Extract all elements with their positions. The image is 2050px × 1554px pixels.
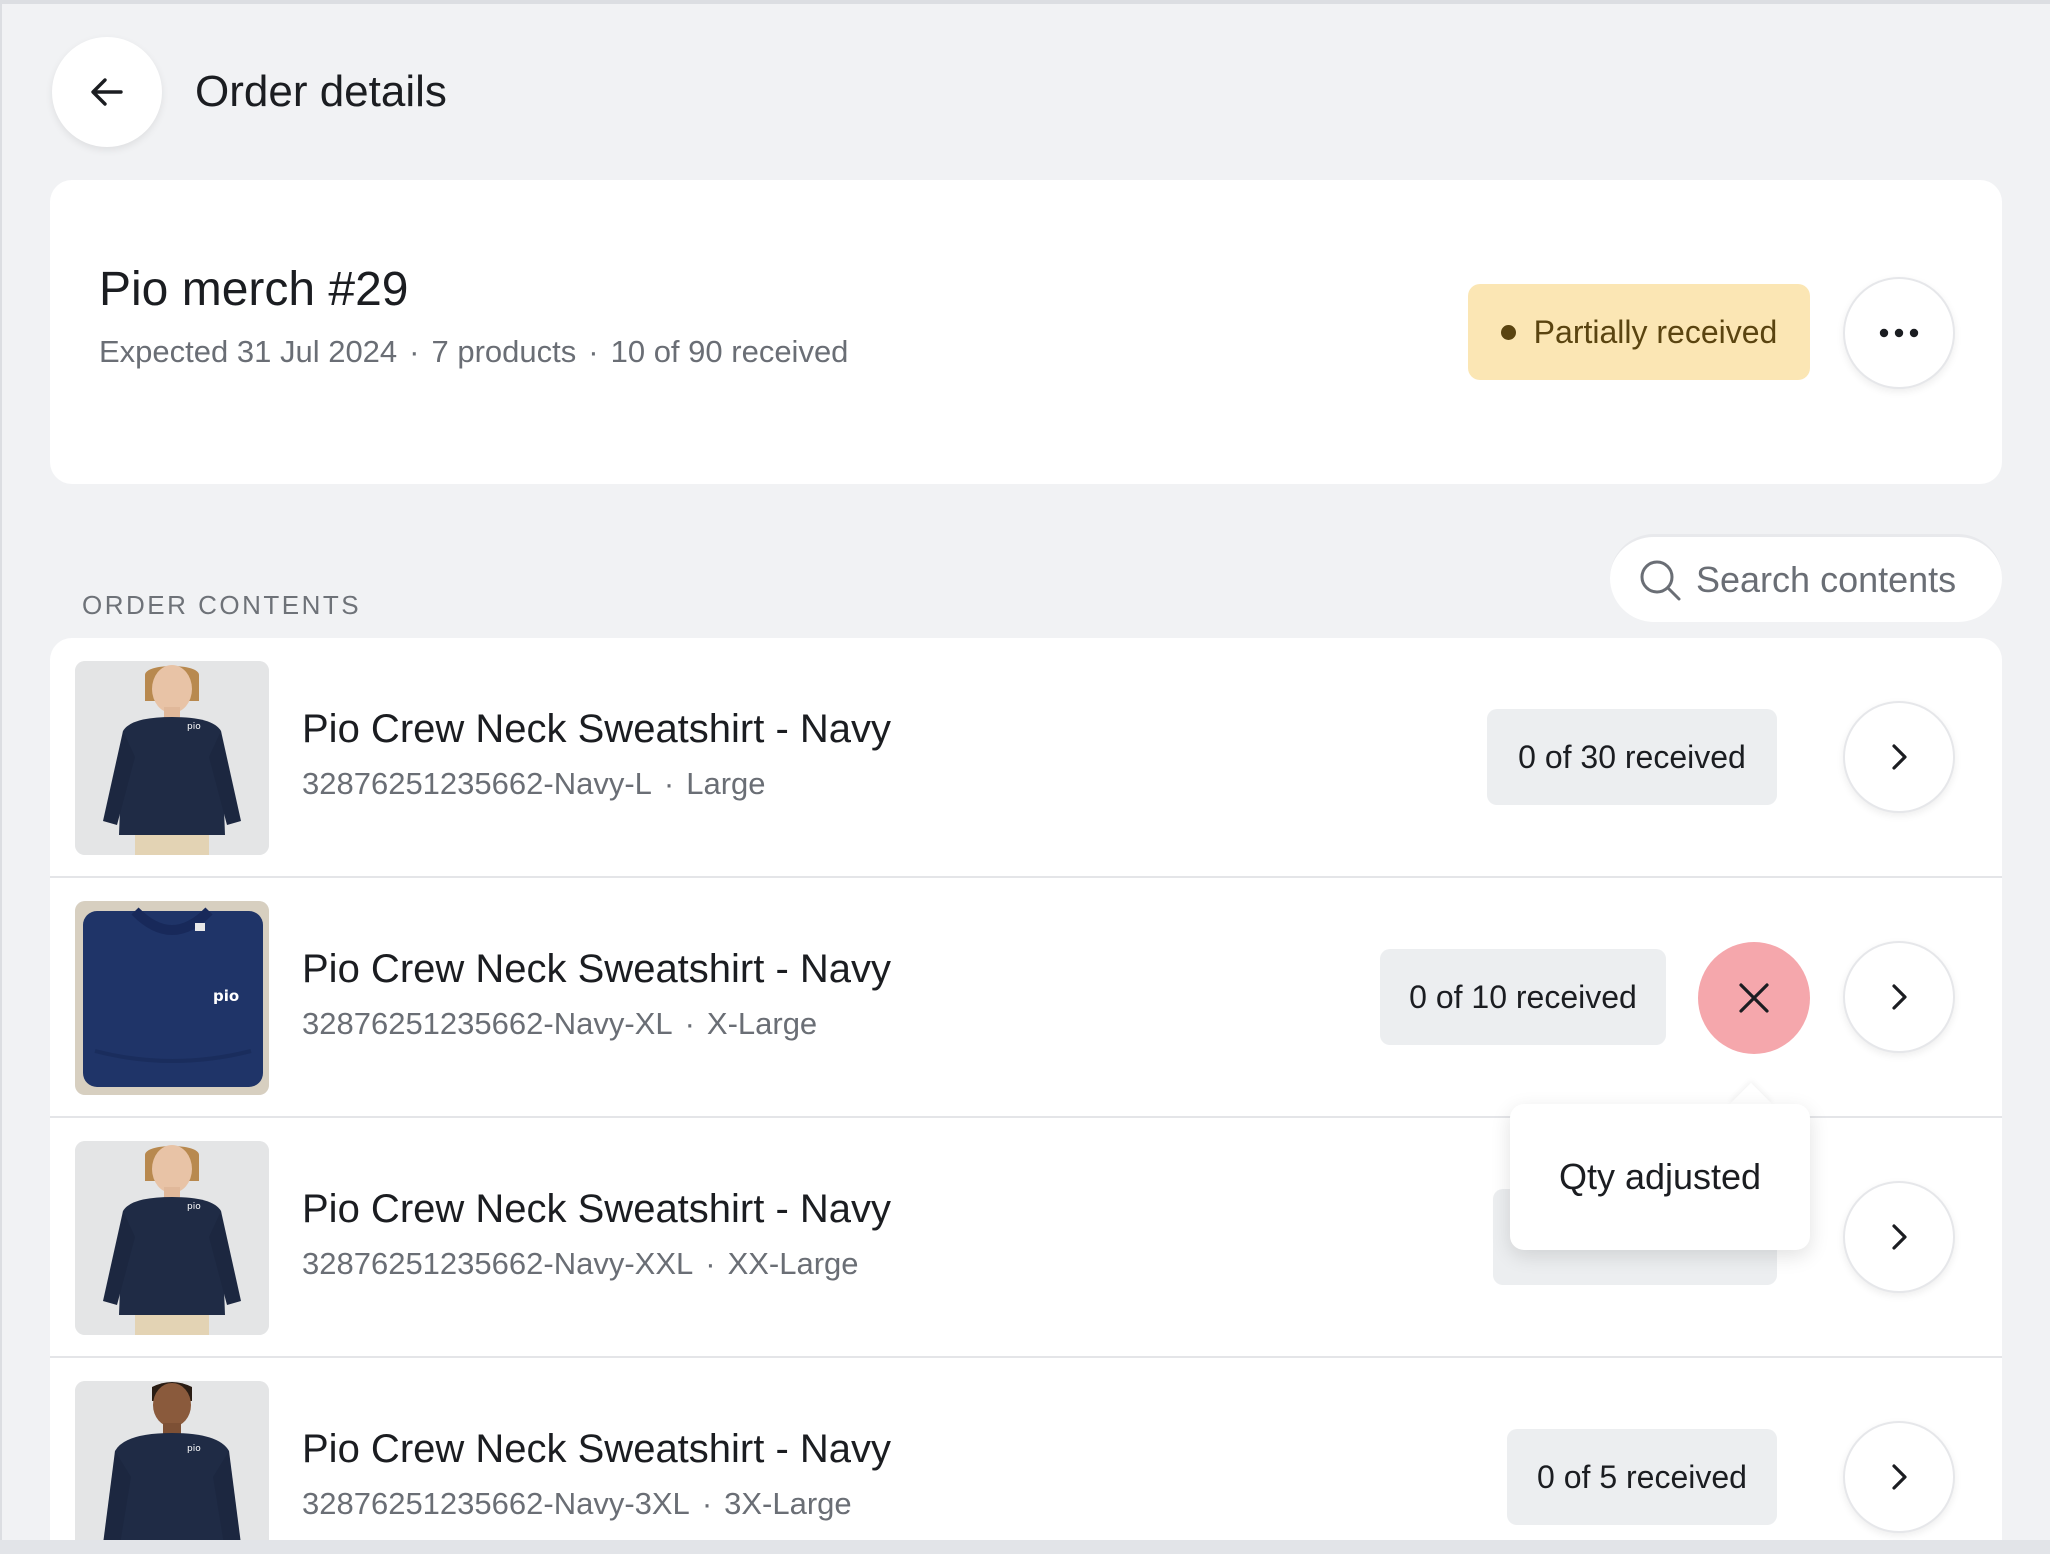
product-thumbnail: pio [75, 1141, 269, 1335]
product-meta: 32876251235662-Navy-3XL · 3X-Large [302, 1484, 852, 1524]
order-received-count: 10 of 90 received [610, 334, 849, 369]
product-sku: 32876251235662-Navy-XL [302, 1006, 673, 1041]
received-count-badge: 0 of 30 received [1487, 709, 1777, 805]
product-name: Pio Crew Neck Sweatshirt - Navy [302, 947, 892, 991]
status-badge: Partially received [1468, 284, 1810, 380]
product-size: X-Large [706, 1006, 818, 1041]
window-bottom-border [0, 1540, 2050, 1554]
search-placeholder: Search contents [1696, 558, 1957, 600]
product-meta: 32876251235662-Navy-L · Large [302, 764, 766, 804]
order-name: Pio merch #29 [99, 263, 409, 316]
svg-text:pio: pio [213, 987, 239, 1005]
product-thumbnail: pio [75, 901, 269, 1095]
section-label: ORDER CONTENTS [82, 590, 362, 620]
more-options-button[interactable] [1843, 277, 1955, 389]
product-sku: 32876251235662-Navy-L [302, 766, 652, 801]
svg-text:pio: pio [187, 1444, 201, 1454]
separator-dot: · [684, 1006, 695, 1041]
close-icon [1739, 983, 1769, 1013]
product-meta: 32876251235662-Navy-XXL · XX-Large [302, 1244, 859, 1284]
separator-dot: · [705, 1246, 716, 1281]
search-icon [1640, 560, 1681, 600]
open-item-button[interactable] [1843, 1181, 1955, 1293]
separator-dot: · [409, 334, 420, 369]
open-item-button[interactable] [1843, 701, 1955, 813]
order-expected-date: Expected 31 Jul 2024 [99, 334, 398, 369]
separator-dot: · [663, 766, 675, 801]
back-button[interactable] [52, 37, 162, 147]
product-sku: 32876251235662-Navy-3XL [302, 1486, 690, 1521]
order-summary-card: Pio merch #29 Expected 31 Jul 2024 · 7 pro… [50, 180, 2002, 484]
chevron-right-icon [1892, 984, 1907, 1010]
product-size: 3X-Large [724, 1486, 852, 1521]
page-title: Order details [195, 67, 447, 116]
product-thumbnail: pio [75, 661, 269, 855]
more-horizontal-icon [1879, 328, 1919, 338]
clear-adjustment-button[interactable] [1698, 942, 1810, 1054]
list-item[interactable]: pio Pio Crew Neck Sweatshirt - Navy 3287… [50, 878, 2002, 1118]
list-item[interactable]: pio Pio Crew Neck Sweatshirt - Navy 3287… [50, 1358, 2002, 1540]
svg-text:pio: pio [187, 1202, 201, 1212]
open-item-button[interactable] [1843, 941, 1955, 1053]
separator-dot: · [701, 1486, 713, 1521]
open-item-button[interactable] [1843, 1421, 1955, 1533]
product-size: Large [686, 766, 766, 801]
window-left-border [0, 0, 2, 1554]
search-input[interactable]: Search contents [1610, 534, 2002, 622]
product-name: Pio Crew Neck Sweatshirt - Navy [302, 1187, 892, 1231]
order-meta: Expected 31 Jul 2024 · 7 products · 10 of 90… [99, 332, 848, 372]
product-size: XX-Large [727, 1246, 859, 1281]
order-product-count: 7 products [431, 334, 577, 369]
product-thumbnail: pio [75, 1381, 269, 1540]
chevron-right-icon [1892, 744, 1907, 770]
product-name: Pio Crew Neck Sweatshirt - Navy [302, 707, 892, 751]
received-count-badge: 0 of 5 received [1507, 1429, 1777, 1525]
qty-adjusted-tooltip: Qty adjusted [1510, 1104, 1810, 1250]
status-dot-icon [1500, 324, 1516, 340]
chevron-right-icon [1892, 1224, 1907, 1250]
window-top-border [0, 0, 2050, 4]
chevron-right-icon [1892, 1464, 1907, 1490]
status-label: Partially received [1533, 313, 1778, 350]
svg-text:pio: pio [187, 722, 201, 732]
order-contents-list: pio Pio Crew Neck Sweatshirt - Navy 3287… [50, 638, 2002, 1540]
product-meta: 32876251235662-Navy-XL · X-Large [302, 1004, 817, 1044]
received-count-badge: 0 of 10 received [1380, 949, 1666, 1045]
arrow-left-icon [91, 78, 123, 106]
list-item[interactable]: pio Pio Crew Neck Sweatshirt - Navy 3287… [50, 638, 2002, 878]
product-name: Pio Crew Neck Sweatshirt - Navy [302, 1427, 892, 1471]
separator-dot: · [588, 334, 599, 369]
product-sku: 32876251235662-Navy-XXL [302, 1246, 694, 1281]
